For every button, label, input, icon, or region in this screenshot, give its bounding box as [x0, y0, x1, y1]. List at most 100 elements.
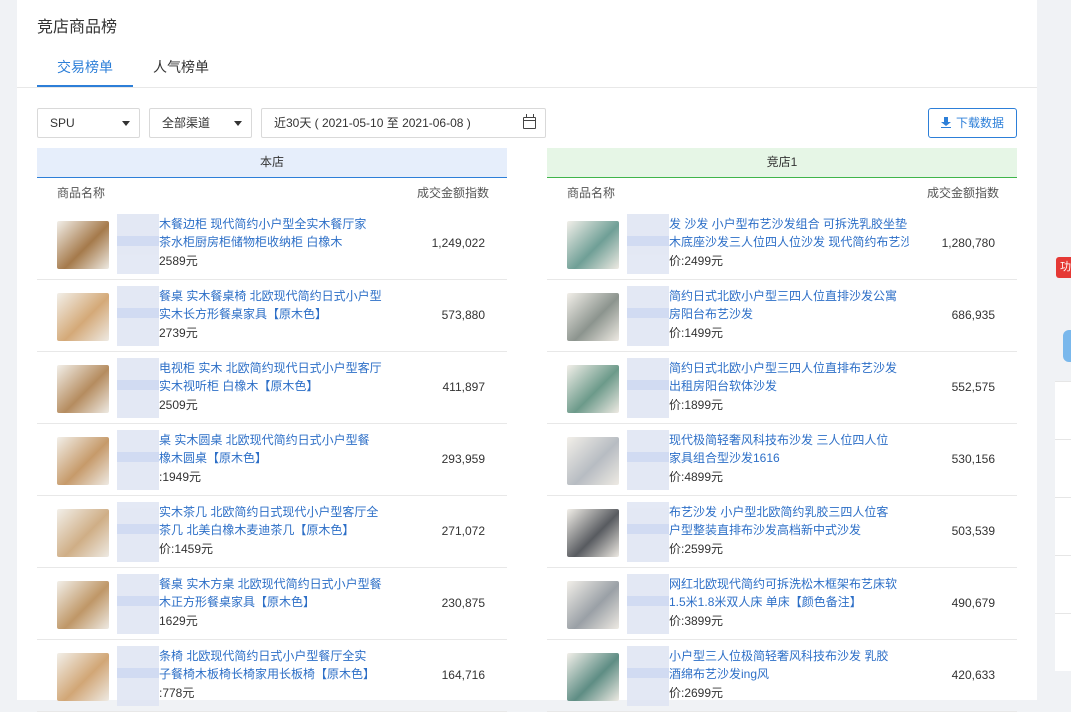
tab-transaction-ranking[interactable]: 交易榜单: [37, 52, 133, 87]
redacted-area: [117, 646, 159, 706]
amount-index-value: 230,875: [441, 596, 485, 610]
table-row[interactable]: 发 沙发 小户型布艺沙发组合 可拆洗乳胶坐垫 木底座沙发三人位四人位沙发 现代简约…: [547, 208, 1017, 280]
product-thumbnail[interactable]: [57, 365, 109, 413]
product-name-link[interactable]: 桌 实木圆桌 北欧现代简约日式小户型餐 橡木圆桌【原木色】: [159, 431, 399, 467]
table-row[interactable]: 小户型三人位极简轻奢风科技布沙发 乳胶 酒绵布艺沙发ing风价:2699元 420,…: [547, 640, 1017, 712]
col-product-name: 商品名称: [567, 186, 616, 200]
product-name-line: 户型整装直排布沙发高档新中式沙发: [669, 523, 862, 537]
table-row[interactable]: 网红北欧现代简约可拆洗松木框架布艺床软 1.5米1.8米双人床 单床【颜色备注】价…: [547, 568, 1017, 640]
product-thumbnail[interactable]: [57, 509, 109, 557]
product-thumbnail[interactable]: [567, 221, 619, 269]
product-name-link[interactable]: 简约日式北欧小户型三四人位直排沙发公寓 房阳台布艺沙发: [669, 287, 909, 323]
amount-index-value: 420,633: [951, 668, 995, 682]
edge-card: [1055, 381, 1071, 671]
product-name-line: 实木长方形餐桌家具【原木色】: [159, 307, 328, 321]
product-name-line: 茶几 北美白橡木麦迪茶几【原木色】: [159, 523, 355, 537]
product-thumbnail[interactable]: [567, 365, 619, 413]
table-row[interactable]: 条椅 北欧现代简约日式小户型餐厅全实 子餐椅木板椅长椅家用长板椅【原木色】:778…: [37, 640, 507, 712]
product-name-link[interactable]: 条椅 北欧现代简约日式小户型餐厅全实 子餐椅木板椅长椅家用长板椅【原木色】: [159, 647, 399, 683]
type-select-value: SPU: [50, 116, 75, 130]
type-select[interactable]: SPU: [37, 108, 140, 138]
table-row[interactable]: 简约日式北欧小户型三四人位直排布艺沙发 出租房阳台软体沙发 价:1899元 552,5…: [547, 352, 1017, 424]
product-name-line: 茶水柜厨房柜储物柜收纳柜 白橡木: [159, 235, 343, 249]
product-name-link[interactable]: 小户型三人位极简轻奢风科技布沙发 乳胶 酒绵布艺沙发ing风: [669, 647, 909, 683]
table-row[interactable]: 餐桌 实木方桌 北欧现代简约日式小户型餐 木正方形餐桌家具【原木色】 1629元 23…: [37, 568, 507, 640]
product-name-line: 网红北欧现代简约可拆洗松木框架布艺床软: [669, 577, 898, 591]
table-row[interactable]: 简约日式北欧小户型三四人位直排沙发公寓 房阳台布艺沙发价:1499元 686,935: [547, 280, 1017, 352]
product-name-line: 餐桌 实木餐桌椅 北欧现代简约日式小户型: [159, 289, 382, 303]
product-name-link[interactable]: 电视柜 实木 北欧简约现代日式小户型客厅 实木视听柜 白橡木【原木色】: [159, 359, 399, 395]
product-price: 价:2699元: [669, 686, 724, 700]
product-name-line: 1.5米1.8米双人床 单床【颜色备注】: [669, 595, 862, 609]
table-row[interactable]: 木餐边柜 现代简约小户型全实木餐厅家 茶水柜厨房柜储物柜收纳柜 白橡木 2589元 1…: [37, 208, 507, 280]
amount-index-value: 411,897: [442, 380, 486, 394]
product-thumbnail[interactable]: [57, 221, 109, 269]
product-name-line: 条椅 北欧现代简约日式小户型餐厅全实: [159, 649, 367, 663]
product-name-link[interactable]: 布艺沙发 小户型北欧简约乳胶三四人位客 户型整装直排布沙发高档新中式沙发: [669, 503, 909, 539]
product-thumbnail[interactable]: [57, 581, 109, 629]
product-thumbnail[interactable]: [567, 581, 619, 629]
product-price: 价:2499元: [669, 254, 724, 268]
calendar-icon: [523, 114, 536, 129]
product-thumbnail[interactable]: [567, 437, 619, 485]
chevron-down-icon: [122, 121, 130, 126]
redacted-area: [117, 214, 159, 274]
product-thumbnail[interactable]: [57, 293, 109, 341]
product-name-link[interactable]: 简约日式北欧小户型三四人位直排布艺沙发 出租房阳台软体沙发: [669, 359, 909, 395]
redacted-area: [627, 502, 669, 562]
edge-widget[interactable]: [1063, 330, 1071, 362]
product-price: 2509元: [159, 398, 198, 412]
amount-index-value: 503,539: [951, 524, 995, 538]
product-thumbnail[interactable]: [567, 509, 619, 557]
product-name-link[interactable]: 现代极简轻奢风科技布沙发 三人位四人位 家具组合型沙发1616: [669, 431, 909, 467]
product-name-line: 木正方形餐桌家具【原木色】: [159, 595, 316, 609]
competitor-table: 竞店1 商品名称 成交金额指数 发 沙发 小户型布艺沙发组合 可拆洗乳胶坐垫 木底…: [547, 148, 1017, 712]
product-name-line: 酒绵布艺沙发ing风: [669, 667, 770, 681]
product-name-line: 木餐边柜 现代简约小户型全实木餐厅家: [159, 217, 367, 231]
product-name-line: 餐桌 实木方桌 北欧现代简约日式小户型餐: [159, 577, 382, 591]
product-name-link[interactable]: 餐桌 实木方桌 北欧现代简约日式小户型餐 木正方形餐桌家具【原木色】: [159, 575, 399, 611]
product-name-link[interactable]: 木餐边柜 现代简约小户型全实木餐厅家 茶水柜厨房柜储物柜收纳柜 白橡木: [159, 215, 399, 251]
product-name-link[interactable]: 发 沙发 小户型布艺沙发组合 可拆洗乳胶坐垫 木底座沙发三人位四人位沙发 现代简约…: [669, 215, 909, 251]
product-thumbnail[interactable]: [567, 653, 619, 701]
product-name-line: 实木茶几 北欧简约日式现代小户型客厅全: [159, 505, 379, 519]
table-row[interactable]: 电视柜 实木 北欧简约现代日式小户型客厅 实木视听柜 白橡木【原木色】 2509元 4…: [37, 352, 507, 424]
product-thumbnail[interactable]: [567, 293, 619, 341]
product-name-link[interactable]: 网红北欧现代简约可拆洗松木框架布艺床软 1.5米1.8米双人床 单床【颜色备注】: [669, 575, 909, 611]
edge-badge[interactable]: 功: [1056, 257, 1071, 278]
product-name-link[interactable]: 实木茶几 北欧简约日式现代小户型客厅全 茶几 北美白橡木麦迪茶几【原木色】: [159, 503, 399, 539]
redacted-area: [117, 358, 159, 418]
product-name-line: 实木视听柜 白橡木【原木色】: [159, 379, 319, 393]
product-name-link[interactable]: 餐桌 实木餐桌椅 北欧现代简约日式小户型 实木长方形餐桌家具【原木色】: [159, 287, 399, 323]
col-amount-index[interactable]: 成交金额指数: [417, 178, 489, 208]
product-name-line: 布艺沙发 小户型北欧简约乳胶三四人位客: [669, 505, 889, 519]
amount-index-value: 271,072: [441, 524, 485, 538]
redacted-area: [117, 430, 159, 490]
product-name-line: 子餐椅木板椅长椅家用长板椅【原木色】: [159, 667, 376, 681]
download-data-button[interactable]: 下载数据: [928, 108, 1017, 138]
channel-select-value: 全部渠道: [162, 116, 211, 130]
table-row[interactable]: 餐桌 实木餐桌椅 北欧现代简约日式小户型 实木长方形餐桌家具【原木色】 2739元 5…: [37, 280, 507, 352]
amount-index-value: 686,935: [951, 308, 995, 322]
product-name-line: 橡木圆桌【原木色】: [159, 451, 268, 465]
table-row[interactable]: 布艺沙发 小户型北欧简约乳胶三四人位客 户型整装直排布沙发高档新中式沙发 价:259…: [547, 496, 1017, 568]
product-price: 1629元: [159, 614, 198, 628]
table-row[interactable]: 桌 实木圆桌 北欧现代简约日式小户型餐 橡木圆桌【原木色】 :1949元 293,95…: [37, 424, 507, 496]
product-price: 价:1499元: [669, 326, 724, 340]
product-name-line: 现代极简轻奢风科技布沙发 三人位四人位: [669, 433, 889, 447]
product-name-line: 木底座沙发三人位四人位沙发 现代简约布艺沙: [669, 235, 909, 249]
product-price: :1949元: [159, 470, 202, 484]
col-amount-index[interactable]: 成交金额指数: [927, 178, 999, 208]
column-header: 商品名称 成交金额指数: [37, 178, 507, 208]
table-row[interactable]: 现代极简轻奢风科技布沙发 三人位四人位 家具组合型沙发1616 价:4899元 530…: [547, 424, 1017, 496]
product-name-line: 简约日式北欧小户型三四人位直排沙发公寓: [669, 289, 898, 303]
tab-popularity-ranking[interactable]: 人气榜单: [149, 52, 213, 87]
product-thumbnail[interactable]: [57, 437, 109, 485]
date-range-picker[interactable]: 近30天 ( 2021-05-10 至 2021-06-08 ): [261, 108, 546, 138]
redacted-area: [627, 574, 669, 634]
table-row[interactable]: 实木茶几 北欧简约日式现代小户型客厅全 茶几 北美白橡木麦迪茶几【原木色】 价:14…: [37, 496, 507, 568]
product-thumbnail[interactable]: [57, 653, 109, 701]
redacted-area: [627, 286, 669, 346]
amount-index-value: 293,959: [441, 452, 485, 466]
channel-select[interactable]: 全部渠道: [149, 108, 252, 138]
